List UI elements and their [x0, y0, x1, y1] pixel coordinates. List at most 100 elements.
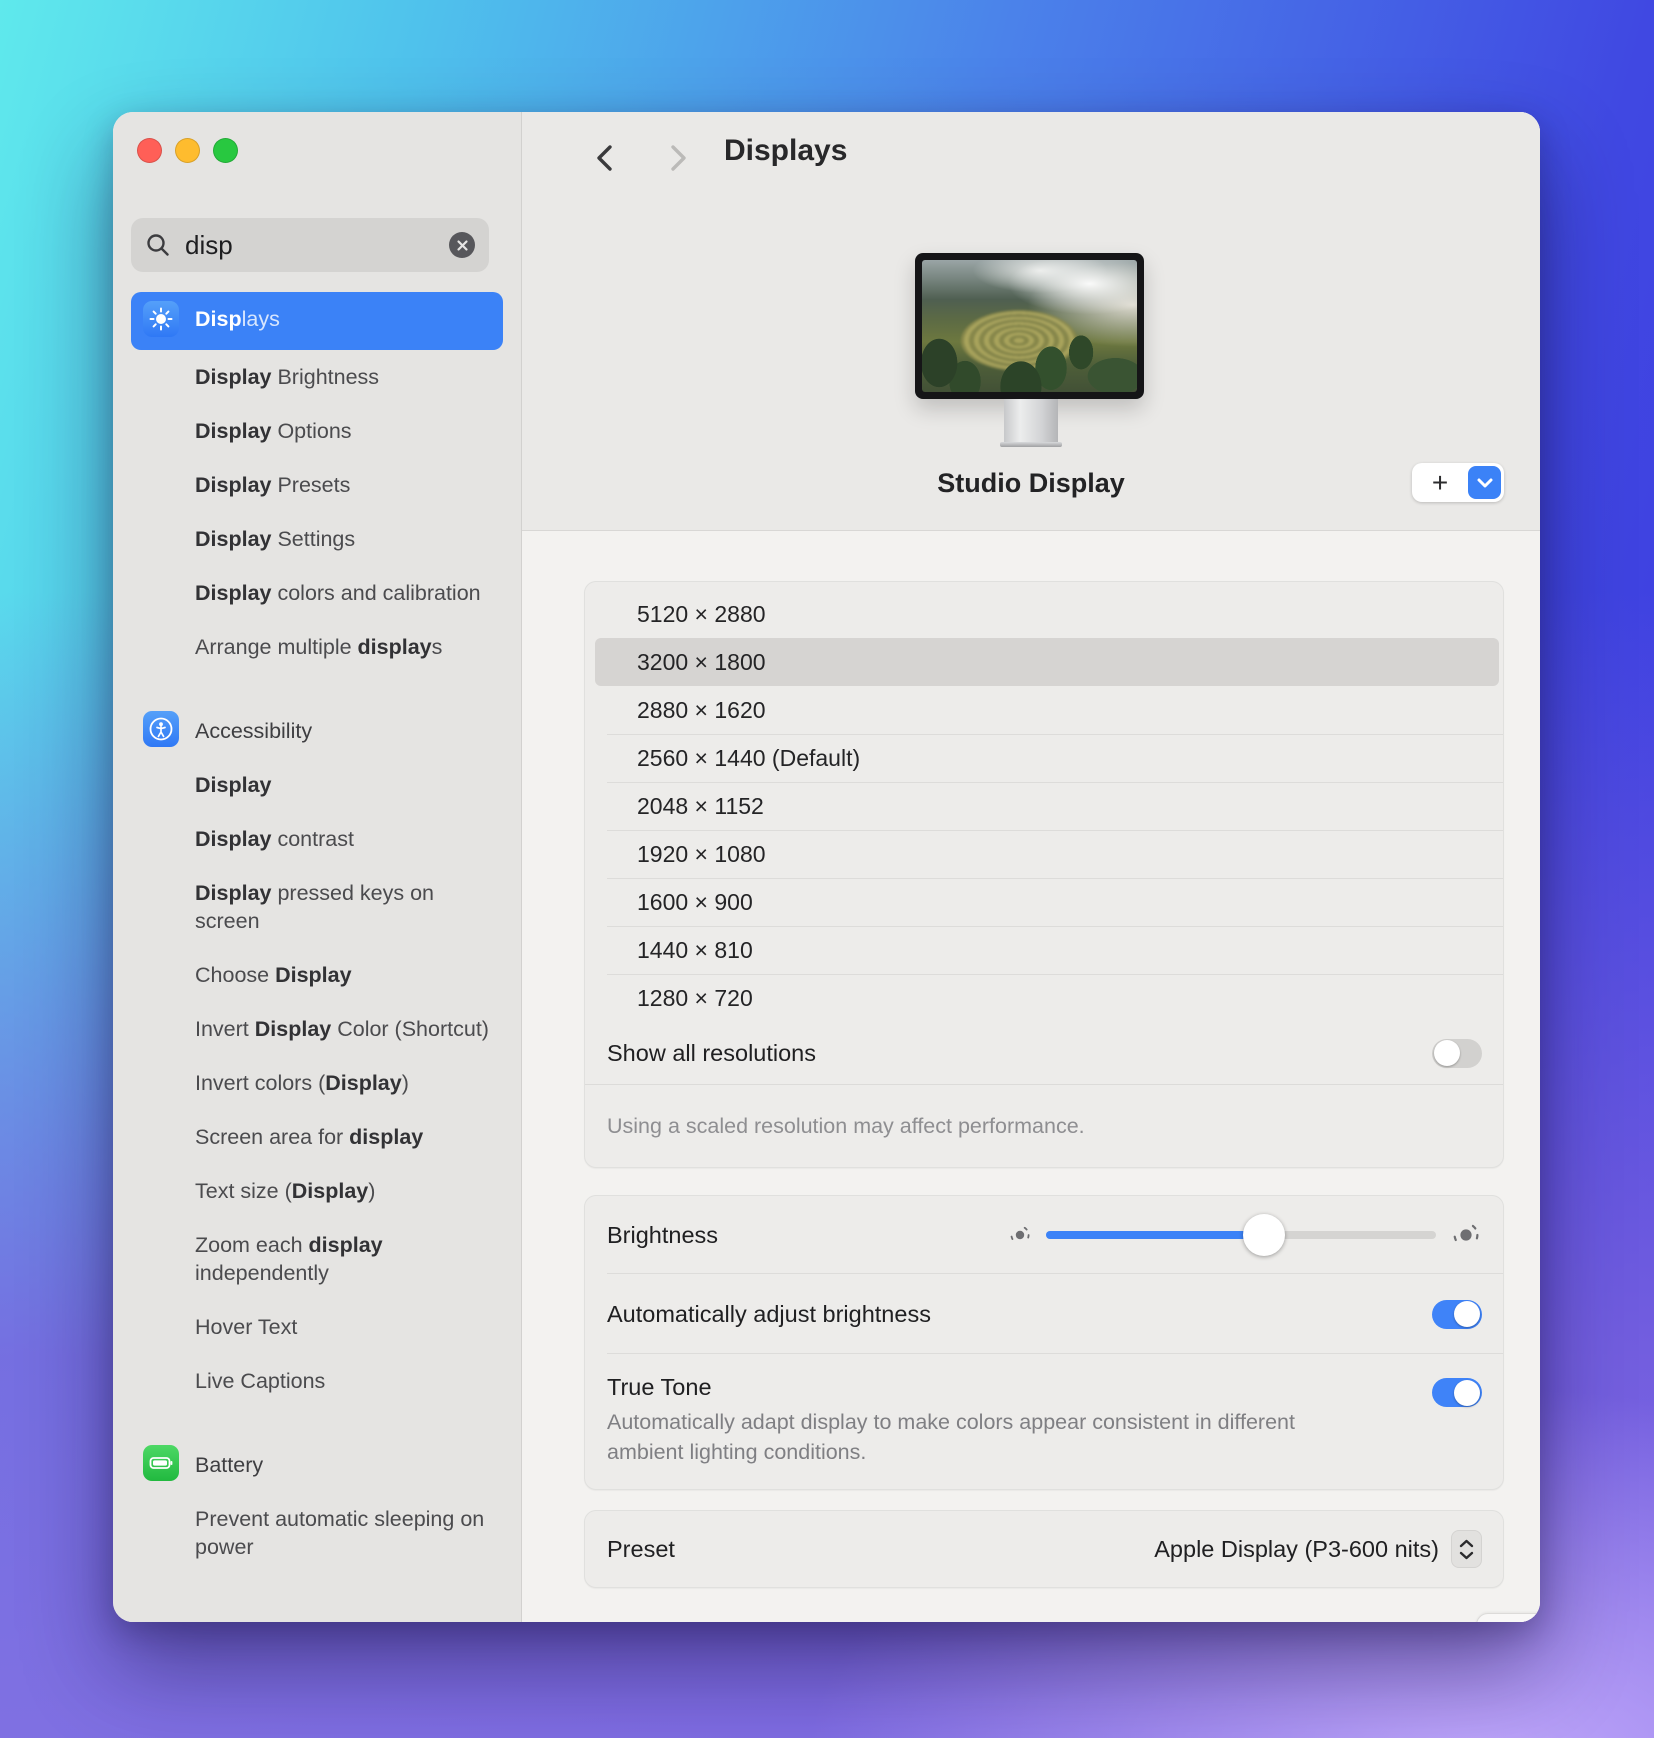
resolution-option-2560-1440[interactable]: 2560 × 1440 (Default) [595, 734, 1499, 782]
sidebar-item-label: Battery [195, 1451, 263, 1479]
sidebar-item-label: Invert colors (Display) [195, 1069, 409, 1097]
sidebar-item-label: Choose Display [195, 961, 352, 989]
resolution-option-5120-2880[interactable]: 5120 × 2880 [595, 590, 1499, 638]
zoom-button[interactable] [213, 138, 238, 163]
brightness-slider-fill [1046, 1231, 1264, 1239]
sidebar-item-label: Accessibility [195, 717, 312, 745]
clear-search-icon[interactable] [449, 232, 475, 258]
sidebar-item-screen-area-for-display[interactable]: Screen area for display [131, 1110, 503, 1164]
sidebar-item-hover-text[interactable]: Hover Text [131, 1300, 503, 1354]
show-all-resolutions-toggle[interactable] [1432, 1039, 1482, 1068]
sidebar-item-label: Text size (Display) [195, 1177, 375, 1205]
add-display-button[interactable]: + [1412, 465, 1468, 501]
brightness-label: Brightness [607, 1222, 718, 1249]
resolution-option-1600-900[interactable]: 1600 × 900 [595, 878, 1499, 926]
sidebar-item-display-colors-and-calibration[interactable]: Display colors and calibration [131, 566, 503, 620]
resolutions-card: 5120 × 28803200 × 18002880 × 16202560 × … [584, 581, 1504, 1168]
back-button[interactable] [584, 134, 626, 187]
main-pane: Displays Studio Display + [522, 112, 1540, 1622]
search-field[interactable] [131, 218, 489, 272]
displays-settings-content: 5120 × 28803200 × 18002880 × 16202560 × … [522, 531, 1540, 1622]
sidebar-item-invert-colors-display[interactable]: Invert colors (Display) [131, 1056, 503, 1110]
sidebar-item-display-contrast[interactable]: Display contrast [131, 812, 503, 866]
preset-row: Preset Apple Display (P3-600 nits) [585, 1511, 1503, 1587]
battery-icon [143, 1445, 179, 1481]
brightness-low-icon [1008, 1223, 1032, 1247]
display-wallpaper-thumbnail [922, 260, 1137, 392]
auto-brightness-toggle[interactable] [1432, 1300, 1482, 1329]
monitor-stand-base [1000, 442, 1062, 447]
resolution-option-3200-1800[interactable]: 3200 × 1800 [595, 638, 1499, 686]
sidebar-item-choose-display[interactable]: Choose Display [131, 948, 503, 1002]
sidebar-item-arrange-multiple-displays[interactable]: Arrange multiple displays [131, 620, 503, 674]
monitor-stand [1004, 399, 1058, 443]
accessibility-icon [143, 711, 179, 747]
resolution-option-2880-1620[interactable]: 2880 × 1620 [595, 686, 1499, 734]
sidebar-item-label: Displays [195, 305, 280, 333]
sidebar-item-display-presets[interactable]: Display Presets [131, 458, 503, 512]
true-tone-label: True Tone [607, 1374, 712, 1400]
sidebar-item-text-size-display[interactable]: Text size (Display) [131, 1164, 503, 1218]
sidebar-item-label: Invert Display Color (Shortcut) [195, 1015, 489, 1043]
displays-header-section: Displays Studio Display + [522, 112, 1540, 531]
displays-sun-icon [143, 301, 179, 337]
sidebar-item-label: Display contrast [195, 825, 354, 853]
auto-brightness-label: Automatically adjust brightness [607, 1301, 931, 1328]
chevron-down-icon [1459, 1551, 1474, 1560]
add-display-button-group: + [1412, 463, 1504, 502]
sidebar-item-label: Prevent automatic sleeping on power [195, 1505, 493, 1561]
sidebar-item-label: Display pressed keys on screen [195, 879, 493, 935]
preset-stepper[interactable] [1451, 1530, 1482, 1568]
brightness-card: Brightness [584, 1195, 1504, 1490]
brightness-row: Brightness [585, 1196, 1503, 1274]
brightness-slider-knob[interactable] [1243, 1214, 1285, 1256]
true-tone-description: Automatically adapt display to make colo… [607, 1407, 1377, 1467]
preset-value: Apple Display (P3-600 nits) [1154, 1536, 1439, 1563]
sidebar-item-label: Display Presets [195, 471, 350, 499]
resolution-option-1920-1080[interactable]: 1920 × 1080 [595, 830, 1499, 878]
brightness-slider[interactable] [1046, 1231, 1436, 1239]
true-tone-toggle[interactable] [1432, 1378, 1482, 1407]
close-button[interactable] [137, 138, 162, 163]
bottom-button-1[interactable] [1476, 1613, 1540, 1622]
sidebar-item-display-pressed-keys-on-screen[interactable]: Display pressed keys on screen [131, 866, 503, 948]
show-all-resolutions-row: Show all resolutions [585, 1022, 1503, 1084]
sidebar-item-label: Live Captions [195, 1367, 325, 1395]
sidebar-item-prevent-automatic-sleeping-on-power[interactable]: Prevent automatic sleeping on power [131, 1492, 503, 1574]
sidebar-item-label: Display [195, 771, 271, 799]
show-all-resolutions-label: Show all resolutions [607, 1040, 816, 1067]
page-title: Displays [724, 134, 847, 168]
sidebar-item-label: Arrange multiple displays [195, 633, 442, 661]
preset-card: Preset Apple Display (P3-600 nits) [584, 1510, 1504, 1588]
sidebar-item-live-captions[interactable]: Live Captions [131, 1354, 503, 1408]
studio-display-image [915, 253, 1144, 399]
sidebar: Displays Display Brightness Display Option… [113, 112, 522, 1622]
chevron-up-icon [1459, 1539, 1474, 1548]
true-tone-row: True Tone Automatically adapt display to… [585, 1354, 1503, 1489]
chevron-down-icon [1476, 477, 1494, 489]
resolution-option-1440-810[interactable]: 1440 × 810 [595, 926, 1499, 974]
sidebar-item-display-options[interactable]: Display Options [131, 404, 503, 458]
add-display-dropdown-button[interactable] [1468, 466, 1501, 499]
brightness-high-icon [1450, 1219, 1482, 1251]
search-input[interactable] [183, 229, 437, 262]
sidebar-item-label: Screen area for display [195, 1123, 423, 1151]
sidebar-item-label: Display Brightness [195, 363, 379, 391]
sidebar-item-battery[interactable]: Battery [131, 1438, 503, 1492]
preset-label: Preset [607, 1536, 675, 1563]
sidebar-item-displays[interactable]: Displays [131, 292, 503, 350]
sidebar-item-invert-display-color-shortcut[interactable]: Invert Display Color (Shortcut) [131, 1002, 503, 1056]
resolution-footnote: Using a scaled resolution may affect per… [585, 1085, 1503, 1167]
minimize-button[interactable] [175, 138, 200, 163]
sidebar-item-display[interactable]: Display [131, 758, 503, 812]
sidebar-item-display-brightness[interactable]: Display Brightness [131, 350, 503, 404]
sidebar-item-display-settings[interactable]: Display Settings [131, 512, 503, 566]
resolution-option-1280-720[interactable]: 1280 × 720 [595, 974, 1499, 1022]
sidebar-item-label: Display Options [195, 417, 352, 445]
sidebar-results-list: Displays Display Brightness Display Option… [131, 292, 503, 1574]
forward-button[interactable] [657, 134, 699, 187]
sidebar-item-zoom-each-display-independently[interactable]: Zoom each display independently [131, 1218, 503, 1300]
sidebar-item-accessibility[interactable]: Accessibility [131, 704, 503, 758]
resolution-option-2048-1152[interactable]: 2048 × 1152 [595, 782, 1499, 830]
window-controls [137, 138, 238, 163]
